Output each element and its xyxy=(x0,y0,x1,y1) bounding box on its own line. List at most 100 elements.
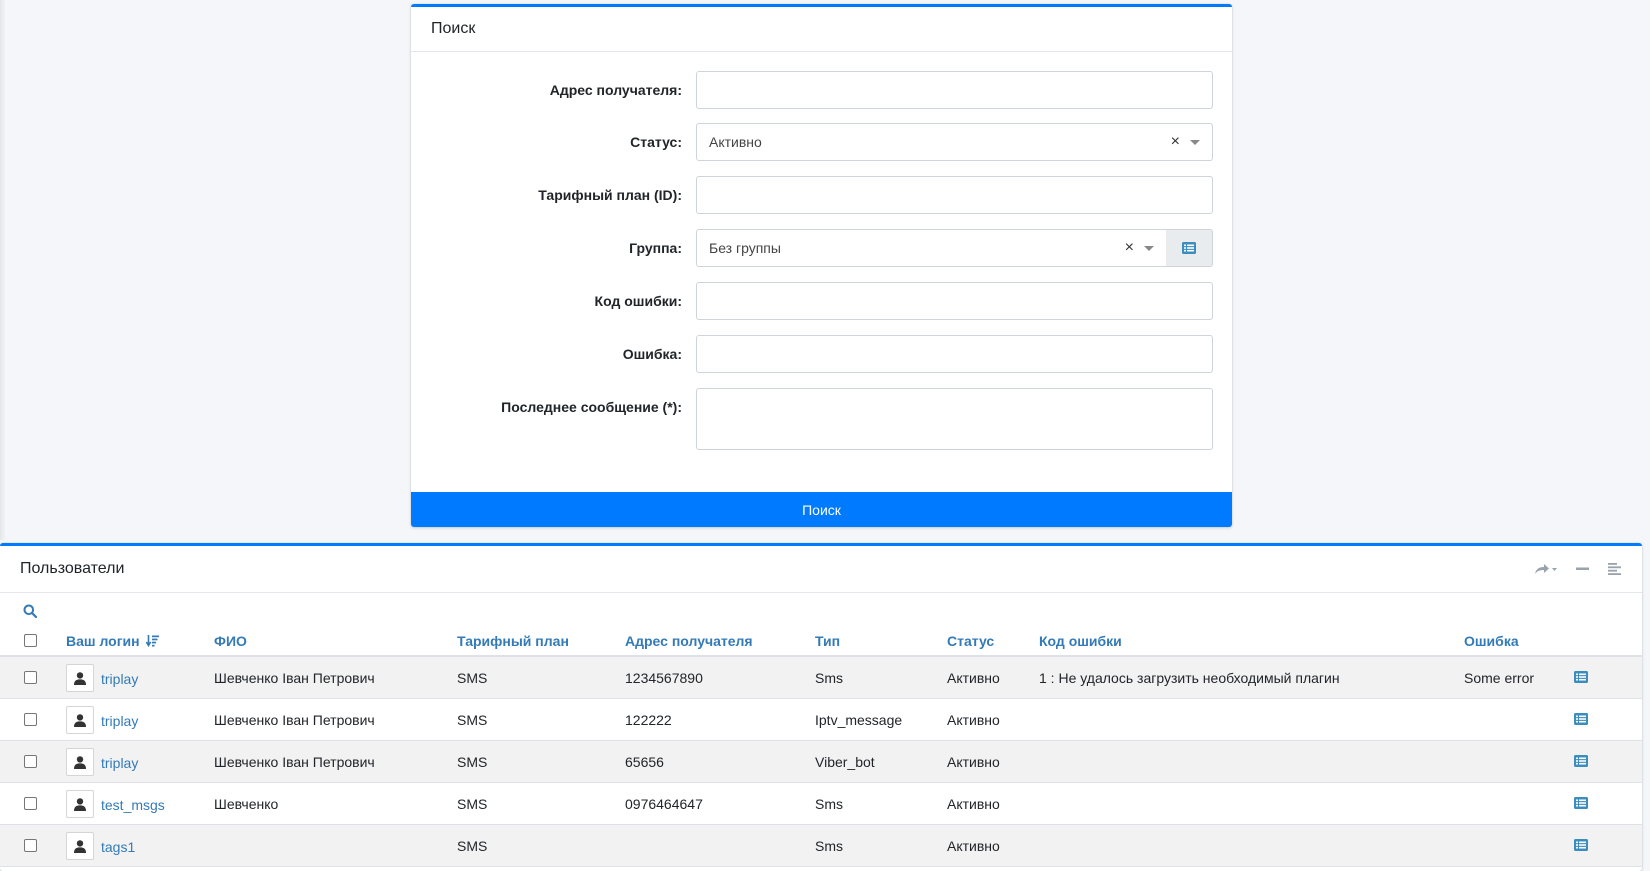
table-row: triplay Шевченко Іван Петрович SMS 12222… xyxy=(0,699,1642,741)
tariff-row: Тарифный план (ID): xyxy=(411,176,1232,216)
error-code-label: Код ошибки: xyxy=(594,293,682,309)
last-message-row: Последнее сообщение (*): xyxy=(411,388,1232,452)
last-message-textarea[interactable] xyxy=(696,388,1213,450)
col-login[interactable]: Ваш логин xyxy=(66,633,159,649)
error-label: Ошибка: xyxy=(622,346,682,362)
cell-type: Sms xyxy=(815,670,843,686)
table-row: triplay Шевченко Іван Петрович SMS 12345… xyxy=(0,657,1642,699)
search-button[interactable]: Поиск xyxy=(411,492,1232,527)
user-icon xyxy=(66,748,94,776)
col-address[interactable]: Адрес получателя xyxy=(625,633,753,649)
list-icon xyxy=(1182,242,1196,254)
details-icon[interactable] xyxy=(1574,754,1588,770)
status-select-value: Активно xyxy=(709,134,762,150)
col-status[interactable]: Статус xyxy=(947,633,994,649)
user-login-link[interactable]: test_msgs xyxy=(101,797,165,813)
cell-type: Sms xyxy=(815,796,843,812)
error-row: Ошибка: xyxy=(411,335,1232,375)
cell-status: Активно xyxy=(947,754,1000,770)
status-label: Статус: xyxy=(630,134,682,150)
chevron-down-icon[interactable] xyxy=(1190,139,1200,145)
cell-error: Some error xyxy=(1464,670,1535,686)
cell-status: Активно xyxy=(947,796,1000,812)
group-list-button[interactable] xyxy=(1166,229,1213,267)
status-row: Статус: Активно × xyxy=(411,123,1232,163)
cell-type: Sms xyxy=(815,838,843,854)
chevron-down-icon[interactable] xyxy=(1144,245,1154,251)
error-code-input[interactable] xyxy=(696,282,1213,320)
col-tariff[interactable]: Тарифный план xyxy=(457,633,569,649)
cell-fio: Шевченко Іван Петрович xyxy=(214,670,375,686)
user-icon xyxy=(66,790,94,818)
last-message-label: Последнее сообщение (*): xyxy=(501,399,682,415)
cell-tariff: SMS xyxy=(457,796,488,812)
cell-status: Активно xyxy=(947,670,1000,686)
row-checkbox[interactable] xyxy=(24,713,37,726)
select-all-checkbox[interactable] xyxy=(24,634,37,647)
cell-status: Активно xyxy=(947,838,1000,854)
details-icon[interactable] xyxy=(1574,838,1588,854)
cell-fio: Шевченко Іван Петрович xyxy=(214,754,375,770)
share-icon[interactable] xyxy=(1534,563,1558,575)
search-icon[interactable] xyxy=(23,604,38,621)
row-checkbox[interactable] xyxy=(24,755,37,768)
cell-type: Iptv_message xyxy=(815,712,903,728)
cell-tariff: SMS xyxy=(457,838,488,854)
list-icon[interactable] xyxy=(1608,563,1622,575)
cell-error-code: 1 : Не удалось загрузить необходимый пла… xyxy=(1039,670,1340,686)
table-row: tags1 SMS Sms Активно xyxy=(0,825,1642,867)
tariff-input[interactable] xyxy=(696,176,1213,214)
cell-type: Viber_bot xyxy=(815,754,875,770)
status-select[interactable]: Активно × xyxy=(696,123,1213,161)
users-table-body: triplay Шевченко Іван Петрович SMS 12345… xyxy=(0,657,1642,867)
user-login-link[interactable]: triplay xyxy=(101,755,138,771)
cell-tariff: SMS xyxy=(457,670,488,686)
cell-address: 122222 xyxy=(625,712,672,728)
group-row: Группа: Без группы × xyxy=(411,229,1232,269)
users-card: Пользователи Ваш логин ФИО Тарифный план… xyxy=(0,543,1642,871)
group-select[interactable]: Без группы × xyxy=(696,229,1167,267)
status-clear-icon[interactable]: × xyxy=(1171,134,1180,150)
user-login-link[interactable]: triplay xyxy=(101,713,138,729)
cell-fio: Шевченко xyxy=(214,796,279,812)
cell-address: 1234567890 xyxy=(625,670,703,686)
users-card-header: Пользователи xyxy=(0,546,1642,593)
table-row: triplay Шевченко Іван Петрович SMS 65656… xyxy=(0,741,1642,783)
group-select-value: Без группы xyxy=(709,240,781,256)
row-checkbox[interactable] xyxy=(24,797,37,810)
recipient-label: Адрес получателя: xyxy=(549,82,682,98)
minimize-icon[interactable] xyxy=(1576,567,1590,571)
cell-status: Активно xyxy=(947,712,1000,728)
tariff-label: Тарифный план (ID): xyxy=(538,187,682,203)
error-input[interactable] xyxy=(696,335,1213,373)
col-error[interactable]: Ошибка xyxy=(1464,633,1519,649)
details-icon[interactable] xyxy=(1574,796,1588,812)
user-icon xyxy=(66,706,94,734)
recipient-input[interactable] xyxy=(696,71,1213,109)
col-type[interactable]: Тип xyxy=(815,633,840,649)
table-row: test_msgs Шевченко SMS 0976464647 Sms Ак… xyxy=(0,783,1642,825)
row-checkbox[interactable] xyxy=(24,839,37,852)
cell-tariff: SMS xyxy=(457,754,488,770)
user-login-link[interactable]: triplay xyxy=(101,671,138,687)
recipient-row: Адрес получателя: xyxy=(411,71,1232,111)
group-label: Группа: xyxy=(629,240,682,256)
details-icon[interactable] xyxy=(1574,712,1588,728)
cell-address: 0976464647 xyxy=(625,796,703,812)
search-card: Поиск Адрес получателя: Статус: Активно … xyxy=(411,4,1232,527)
details-icon[interactable] xyxy=(1574,670,1588,686)
search-card-title: Поиск xyxy=(411,7,1232,52)
col-error-code[interactable]: Код ошибки xyxy=(1039,633,1122,649)
group-clear-icon[interactable]: × xyxy=(1125,240,1134,256)
col-fio[interactable]: ФИО xyxy=(214,633,247,649)
page-edge-shadow xyxy=(0,0,6,540)
col-login-label: Ваш логин xyxy=(66,633,140,649)
user-icon xyxy=(66,664,94,692)
user-icon xyxy=(66,832,94,860)
users-card-title: Пользователи xyxy=(20,560,125,577)
error-code-row: Код ошибки: xyxy=(411,282,1232,322)
user-login-link[interactable]: tags1 xyxy=(101,839,135,855)
sort-icon[interactable] xyxy=(145,635,159,648)
row-checkbox[interactable] xyxy=(24,671,37,684)
table-header: Ваш логин ФИО Тарифный план Адрес получа… xyxy=(0,626,1642,657)
